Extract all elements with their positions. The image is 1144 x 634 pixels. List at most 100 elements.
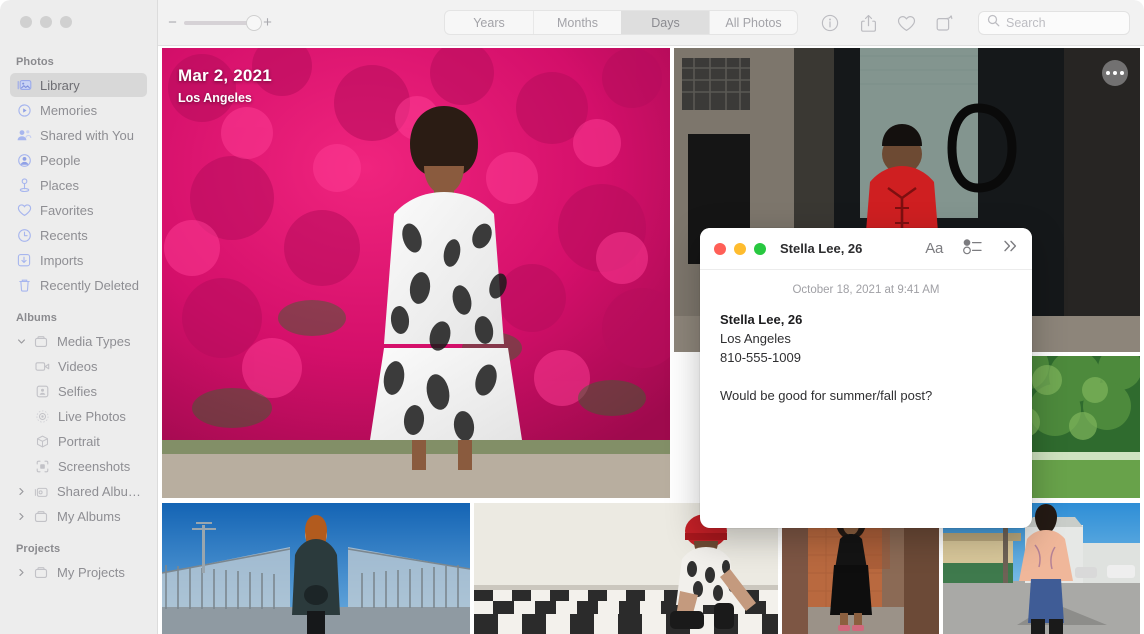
notes-titlebar: Stella Lee, 26 Aa bbox=[700, 228, 1032, 270]
places-pin-icon bbox=[16, 177, 32, 193]
notes-window-controls bbox=[714, 242, 766, 255]
chevron-right-icon[interactable] bbox=[16, 511, 27, 522]
portrait-icon bbox=[34, 433, 50, 449]
sidebar: Photos Library Memories Shared with You … bbox=[0, 0, 158, 634]
sidebar-scroll[interactable]: Photos Library Memories Shared with You … bbox=[0, 38, 157, 584]
sidebar-item-favorites[interactable]: Favorites bbox=[10, 198, 147, 222]
sidebar-item-label: My Projects bbox=[57, 564, 125, 580]
sidebar-item-selfies[interactable]: Selfies bbox=[10, 379, 147, 403]
sidebar-item-label: Library bbox=[40, 77, 80, 93]
share-icon[interactable] bbox=[858, 13, 878, 33]
chevron-right-icon[interactable] bbox=[16, 486, 27, 497]
note-timestamp: October 18, 2021 at 9:41 AM bbox=[792, 284, 940, 296]
sidebar-item-imports[interactable]: Imports bbox=[10, 248, 147, 272]
screenshot-icon bbox=[34, 458, 50, 474]
sidebar-item-media-types[interactable]: Media Types bbox=[10, 329, 147, 353]
sidebar-item-label: Shared with You bbox=[40, 127, 134, 143]
search-input[interactable]: Search bbox=[978, 11, 1130, 35]
sidebar-item-label: Memories bbox=[40, 102, 98, 118]
sidebar-item-shared-albums[interactable]: Shared Albums bbox=[10, 479, 147, 503]
tab-all-photos[interactable]: All Photos bbox=[709, 11, 797, 34]
minimize-button[interactable] bbox=[40, 16, 52, 28]
view-mode-segmented-control[interactable]: Years Months Days All Photos bbox=[444, 10, 798, 35]
library-icon bbox=[16, 77, 32, 93]
sidebar-item-label: Places bbox=[40, 177, 80, 193]
zoom-button[interactable] bbox=[60, 16, 72, 28]
photo-tile-bridge[interactable] bbox=[162, 503, 470, 634]
rotate-icon[interactable] bbox=[934, 13, 954, 33]
folder-icon bbox=[33, 333, 49, 349]
sidebar-item-library[interactable]: Library bbox=[10, 73, 147, 97]
clock-icon bbox=[16, 227, 32, 243]
folder-icon bbox=[33, 564, 49, 580]
sidebar-item-label: Imports bbox=[40, 252, 84, 268]
note-location: Los Angeles bbox=[720, 331, 791, 346]
format-aa-icon[interactable]: Aa bbox=[925, 240, 943, 257]
sidebar-item-label: Selfies bbox=[58, 383, 98, 399]
sidebar-item-label: Portrait bbox=[58, 433, 100, 449]
toolbar-actions: Search bbox=[820, 0, 1130, 46]
notes-window-title: Stella Lee, 26 bbox=[780, 241, 863, 256]
video-icon bbox=[34, 358, 50, 374]
sidebar-item-live-photos[interactable]: Live Photos bbox=[10, 404, 147, 428]
photos-window-controls bbox=[0, 0, 157, 38]
sidebar-item-screenshots[interactable]: Screenshots bbox=[10, 454, 147, 478]
shared-albums-icon bbox=[33, 483, 49, 499]
sidebar-item-label: My Albums bbox=[57, 508, 121, 524]
zoom-out-label[interactable]: − bbox=[168, 15, 177, 30]
notes-window[interactable]: Stella Lee, 26 Aa October 18, 2021 at 9:… bbox=[700, 228, 1032, 528]
sidebar-item-label: Recents bbox=[40, 227, 88, 243]
photo-tile-bougainvillea[interactable]: Mar 2, 2021 Los Angeles bbox=[162, 48, 670, 498]
live-photo-icon bbox=[34, 408, 50, 424]
selfie-icon bbox=[34, 383, 50, 399]
dot bbox=[1106, 71, 1110, 75]
folder-icon bbox=[33, 508, 49, 524]
chevron-down-icon[interactable] bbox=[16, 336, 27, 347]
memories-icon bbox=[16, 102, 32, 118]
sidebar-item-label: Videos bbox=[58, 358, 98, 374]
sidebar-item-memories[interactable]: Memories bbox=[10, 98, 147, 122]
sidebar-item-my-projects[interactable]: My Projects bbox=[10, 560, 147, 584]
expand-chevrons-icon[interactable] bbox=[1002, 239, 1018, 258]
notes-body[interactable]: October 18, 2021 at 9:41 AM Stella Lee, … bbox=[700, 270, 1032, 405]
sidebar-item-shared-with-you[interactable]: Shared with You bbox=[10, 123, 147, 147]
note-title: Stella Lee, 26 bbox=[720, 312, 803, 327]
note-phone: 810-555-1009 bbox=[720, 350, 801, 365]
sidebar-item-my-albums[interactable]: My Albums bbox=[10, 504, 147, 528]
sidebar-item-label: Favorites bbox=[40, 202, 94, 218]
trash-icon bbox=[16, 277, 32, 293]
zoom-slider-control[interactable]: − + bbox=[168, 14, 272, 31]
tab-days[interactable]: Days bbox=[621, 11, 709, 34]
sidebar-item-label: Recently Deleted bbox=[40, 277, 139, 293]
zoom-in-label[interactable]: + bbox=[263, 15, 272, 30]
notes-actions: Aa bbox=[925, 238, 1018, 260]
notes-minimize-button[interactable] bbox=[734, 242, 746, 255]
heart-icon bbox=[16, 202, 32, 218]
more-options-button[interactable] bbox=[1102, 60, 1128, 86]
sidebar-section-photos-title: Photos bbox=[16, 56, 54, 68]
sidebar-item-label: People bbox=[40, 152, 81, 168]
shared-with-you-icon bbox=[16, 127, 32, 143]
favorite-heart-icon[interactable] bbox=[896, 13, 916, 33]
sidebar-item-people[interactable]: People bbox=[10, 148, 147, 172]
sidebar-section-albums-title: Albums bbox=[16, 312, 57, 324]
note-body-text: Would be good for summer/fall post? bbox=[720, 388, 933, 403]
chevron-right-icon[interactable] bbox=[16, 567, 27, 578]
notes-zoom-button[interactable] bbox=[754, 242, 766, 255]
zoom-slider-knob[interactable] bbox=[246, 14, 262, 31]
notes-close-button[interactable] bbox=[714, 242, 726, 255]
sidebar-item-recents[interactable]: Recents bbox=[10, 223, 147, 247]
close-button[interactable] bbox=[20, 16, 32, 28]
sidebar-item-places[interactable]: Places bbox=[10, 173, 147, 197]
info-icon[interactable] bbox=[820, 13, 840, 33]
zoom-slider-track[interactable] bbox=[184, 14, 262, 31]
sidebar-item-recently-deleted[interactable]: Recently Deleted bbox=[10, 273, 147, 297]
sidebar-item-portrait[interactable]: Portrait bbox=[10, 429, 147, 453]
checklist-icon[interactable] bbox=[963, 238, 982, 260]
tab-years[interactable]: Years bbox=[445, 11, 533, 34]
tab-months[interactable]: Months bbox=[533, 11, 621, 34]
sidebar-item-videos[interactable]: Videos bbox=[10, 354, 147, 378]
search-icon bbox=[987, 14, 1000, 32]
dot bbox=[1120, 71, 1124, 75]
search-placeholder: Search bbox=[1006, 16, 1046, 30]
